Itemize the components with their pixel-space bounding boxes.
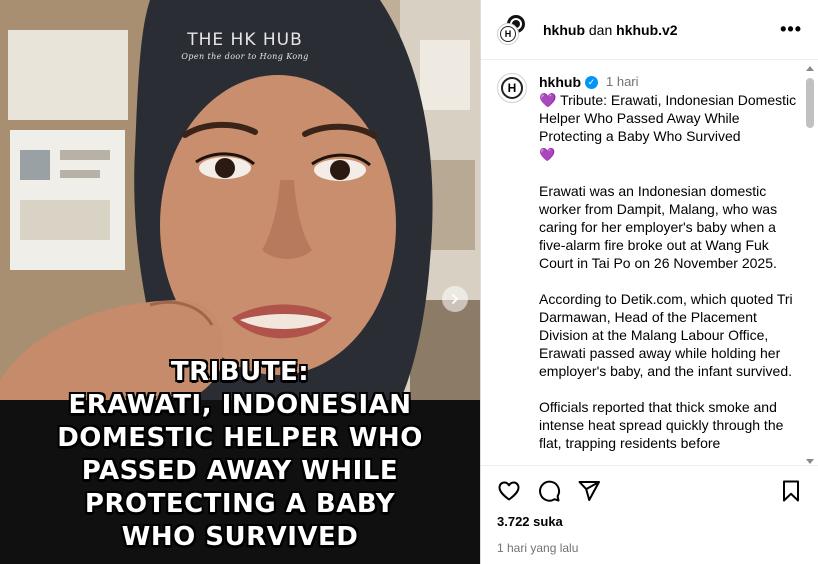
- caption-paragraph: Erawati was an Indonesian domestic worke…: [539, 183, 778, 271]
- more-options-button[interactable]: •••: [780, 19, 802, 40]
- watermark: THE HK HUB Open the door to Hong Kong: [175, 30, 315, 61]
- author-names: hkhub dan hkhub.v2: [543, 22, 678, 38]
- action-bar: [497, 466, 803, 516]
- verified-badge-icon: ✓: [585, 75, 598, 89]
- caption-line: TRIBUTE:: [170, 357, 310, 387]
- watermark-subtitle: Open the door to Hong Kong: [181, 52, 309, 61]
- author-link[interactable]: hkhub: [543, 22, 585, 38]
- comment-icon[interactable]: [537, 479, 561, 503]
- caption-title: 💜 Tribute: Erawati, Indonesian Domestic …: [539, 91, 799, 164]
- next-image-button[interactable]: [442, 286, 468, 312]
- post-panel: H hkhub dan hkhub.v2 ••• H hkhub ✓ 1 har…: [480, 0, 818, 564]
- caption-line: ERAWATI, INDONESIAN: [68, 390, 412, 420]
- scrollbar[interactable]: [806, 66, 814, 464]
- bookmark-icon[interactable]: [779, 479, 803, 503]
- purple-heart-icon: 💜: [539, 92, 557, 108]
- caption-time[interactable]: 1 hari: [606, 73, 639, 91]
- avatar[interactable]: H: [497, 73, 527, 103]
- author-link[interactable]: hkhub.v2: [616, 22, 677, 38]
- scrollbar-thumb[interactable]: [806, 78, 814, 128]
- caption-line: PROTECTING A BABY: [84, 489, 396, 519]
- heart-icon[interactable]: [497, 479, 521, 503]
- caption-line: WHO SURVIVED: [121, 522, 359, 552]
- share-icon[interactable]: [577, 479, 601, 503]
- caption-scroll-area[interactable]: H hkhub ✓ 1 hari 💜 Tribute: Erawati, Ind…: [481, 61, 818, 465]
- post-footer: 3.722 suka 1 hari yang lalu: [481, 465, 818, 564]
- lilac-heart-icon: 💜: [539, 147, 556, 162]
- post-media[interactable]: THE HK HUB Open the door to Hong Kong TR…: [0, 0, 480, 564]
- likes-count[interactable]: 3.722 suka: [497, 514, 803, 529]
- post-caption: H hkhub ✓ 1 hari 💜 Tribute: Erawati, Ind…: [481, 61, 818, 452]
- post-date[interactable]: 1 hari yang lalu: [497, 541, 803, 555]
- caption-line: PASSED AWAY WHILE: [81, 456, 399, 486]
- chevron-right-icon: [452, 294, 459, 304]
- image-caption: TRIBUTE: ERAWATI, INDONESIAN DOMESTIC HE…: [40, 356, 440, 554]
- author-connector: dan: [588, 21, 613, 38]
- watermark-title: THE HK HUB: [187, 30, 303, 50]
- avatar: H: [497, 22, 519, 45]
- scroll-down-arrow[interactable]: [806, 459, 814, 464]
- post-header: H hkhub dan hkhub.v2 •••: [481, 0, 818, 60]
- caption-line: DOMESTIC HELPER WHO: [57, 423, 423, 453]
- caption-paragraph: Officials reported that thick smoke and …: [539, 399, 784, 451]
- caption-paragraph: According to Detik.com, which quoted Tri…: [539, 291, 793, 379]
- caption-title-text: Tribute: Erawati, Indonesian Domestic He…: [539, 92, 797, 144]
- scroll-up-arrow[interactable]: [806, 66, 814, 71]
- collab-avatars[interactable]: H: [497, 12, 531, 47]
- caption-username[interactable]: hkhub: [539, 73, 581, 91]
